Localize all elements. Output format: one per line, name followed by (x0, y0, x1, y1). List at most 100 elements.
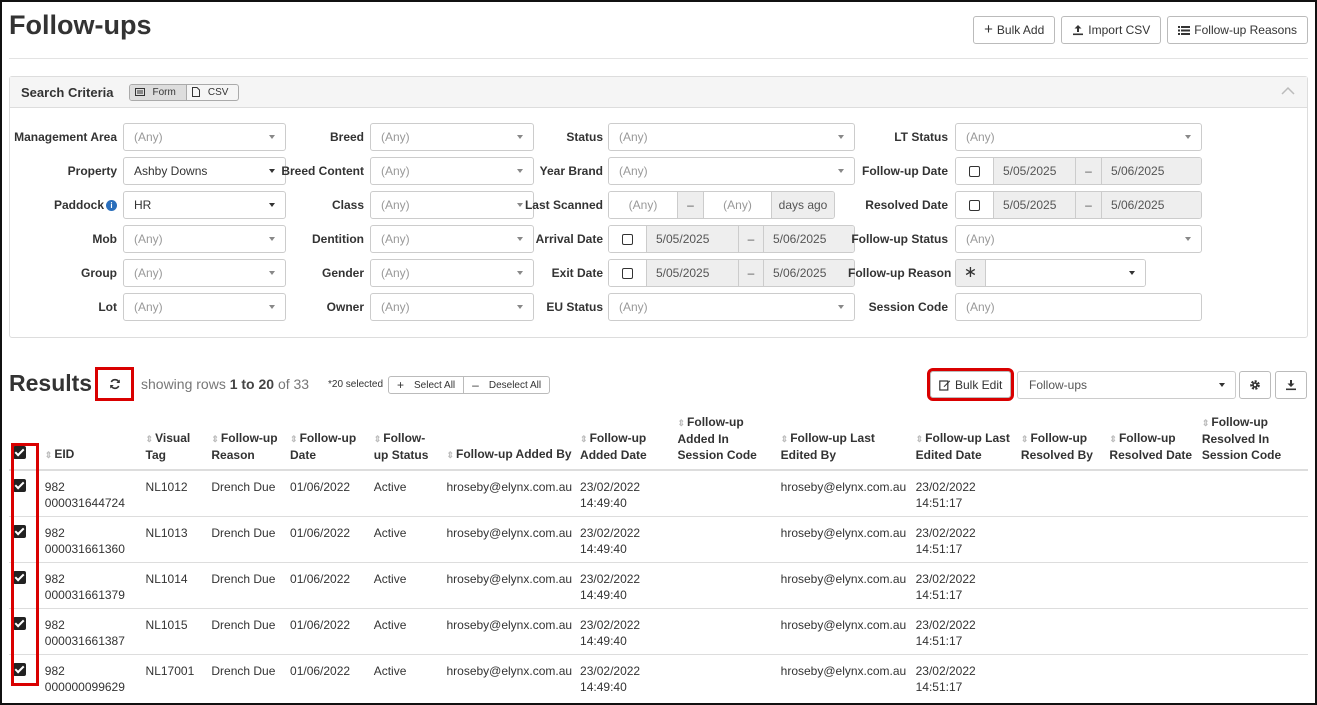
visual-tag-link[interactable]: NL17001 (142, 654, 208, 700)
follow-up-reasons-button[interactable]: Follow-up Reasons (1167, 16, 1308, 44)
resolved-session-cell (1197, 470, 1308, 517)
results-title: Results (9, 370, 93, 396)
status-select[interactable]: (Any) (608, 123, 855, 151)
column-header-added-session[interactable]: ⇕ Follow-up Added In Session Code (673, 409, 777, 471)
column-header-added-by[interactable]: ⇕ Follow-up Added By (442, 409, 577, 471)
mob-select[interactable]: (Any) (123, 225, 286, 253)
search-criteria-header: Search Criteria Form CSV (10, 77, 1307, 108)
management-area-select[interactable]: (Any) (123, 123, 286, 151)
status-cell: Active (369, 470, 443, 517)
lot-select[interactable]: (Any) (123, 293, 286, 321)
year-brand-select[interactable]: (Any) (608, 157, 855, 185)
gender-select[interactable]: (Any) (370, 259, 534, 287)
csv-mode-button[interactable]: CSV (185, 84, 239, 100)
lt-status-select[interactable]: (Any) (955, 123, 1202, 151)
settings-button[interactable] (1239, 371, 1271, 399)
deselect-all-button[interactable]: – Deselect All (463, 377, 549, 393)
dentition-select[interactable]: (Any) (370, 225, 534, 253)
class-select[interactable]: (Any) (370, 191, 534, 219)
paddock-select[interactable]: HR (123, 191, 286, 219)
resolved-session-cell (1197, 562, 1308, 609)
column-header-eid[interactable]: ⇕ EID (40, 409, 142, 471)
download-button[interactable] (1275, 371, 1307, 399)
eid-link[interactable]: 982 000031661360 (40, 516, 142, 563)
added-session-cell (673, 516, 777, 563)
breed-select[interactable]: (Any) (370, 123, 534, 151)
column-header-last-edited-date[interactable]: ⇕ Follow-up Last Edited Date (911, 409, 1017, 471)
column-header-date[interactable]: ⇕ Follow-up Date (286, 409, 370, 471)
column-header-resolved-session[interactable]: ⇕ Follow-up Resolved In Session Code (1197, 409, 1308, 471)
owner-label: Owner (326, 300, 364, 314)
property-select[interactable]: Ashby Downs (123, 157, 286, 185)
exit-date-checkbox[interactable] (609, 260, 647, 286)
exit-date-from[interactable]: 5/05/2025 (647, 260, 738, 286)
bulk-add-button[interactable]: + Bulk Add (973, 16, 1056, 44)
eid-link[interactable]: 982 000031661387 (40, 608, 142, 655)
row-checkbox[interactable] (9, 516, 41, 563)
view-select[interactable]: Follow-ups (1017, 371, 1236, 399)
eid-link[interactable]: 982 000031644724 (40, 470, 142, 517)
owner-select[interactable]: (Any) (370, 293, 534, 321)
eu-status-select[interactable]: (Any) (608, 293, 855, 321)
column-header-status[interactable]: ⇕ Follow-up Status (369, 409, 443, 471)
resolved-date-checkbox[interactable] (956, 192, 994, 218)
group-select[interactable]: (Any) (123, 259, 286, 287)
arrival-date-to[interactable]: 5/06/2025 (764, 226, 854, 252)
follow-up-reason-select[interactable]: ∗ (955, 259, 1146, 287)
column-header-reason[interactable]: ⇕ Follow-up Reason (207, 409, 287, 471)
visual-tag-link[interactable]: NL1015 (141, 608, 208, 655)
lt-status-label: LT Status (894, 130, 948, 144)
edited-by-cell: hroseby@elynx.com.au (776, 516, 912, 563)
column-header-resolved-by[interactable]: ⇕ Follow-up Resolved By (1016, 409, 1106, 471)
column-header-visual-tag[interactable]: ⇕ Visual Tag (141, 409, 208, 471)
bulk-edit-button[interactable]: Bulk Edit (926, 368, 1015, 401)
breed-content-label: Breed Content (281, 164, 364, 178)
breed-content-select[interactable]: (Any) (370, 157, 534, 185)
select-all-header[interactable] (9, 409, 41, 471)
column-header-resolved-date[interactable]: ⇕ Follow-up Resolved Date (1105, 409, 1198, 471)
info-icon[interactable]: i (106, 200, 117, 212)
arrival-date-from[interactable]: 5/05/2025 (647, 226, 738, 252)
visual-tag-link[interactable]: NL1014 (141, 562, 208, 609)
chevron-up-icon[interactable] (1281, 84, 1295, 98)
resolved-date-cell (1105, 608, 1198, 655)
group-label: Group (81, 266, 117, 280)
follow-up-status-select[interactable]: (Any) (955, 225, 1202, 253)
minus-icon: – (472, 378, 479, 392)
arrival-date-checkbox[interactable] (609, 226, 647, 252)
row-checkbox[interactable] (9, 608, 41, 655)
visual-tag-link[interactable]: NL1013 (141, 516, 208, 563)
visual-tag-link[interactable]: NL1012 (141, 470, 208, 517)
reason-cell: Drench Due (207, 516, 287, 563)
eid-link[interactable]: 982 000000099629 (41, 654, 142, 700)
check-icon[interactable] (13, 446, 26, 459)
results-table: ⇕ EID ⇕ Visual Tag ⇕ Follow-up Reason ⇕ Foll… (9, 409, 1308, 700)
form-mode-button[interactable]: Form (129, 84, 186, 100)
edited-by-cell: hroseby@elynx.com.au (776, 562, 912, 609)
import-csv-button[interactable]: Import CSV (1061, 16, 1162, 44)
row-checkbox[interactable] (9, 654, 41, 700)
column-header-added-date[interactable]: ⇕ Follow-up Added Date (576, 409, 674, 471)
refresh-button[interactable] (95, 367, 134, 401)
plus-icon: + (397, 378, 405, 392)
resolved-date-from[interactable]: 5/05/2025 (994, 192, 1075, 218)
date-cell: 01/06/2022 (290, 663, 351, 678)
exit-date-to[interactable]: 5/06/2025 (764, 260, 854, 286)
last-scanned-from-input[interactable]: (Any) (609, 192, 677, 218)
last-scanned-label: Last Scanned (524, 198, 603, 212)
resolved-date-to[interactable]: 5/06/2025 (1102, 192, 1201, 218)
eid-link[interactable]: 982 000031661379 (40, 562, 142, 609)
arrival-date-range: 5/05/2025 – 5/06/2025 (608, 225, 855, 253)
last-scanned-to-input[interactable]: (Any) (704, 192, 771, 218)
row-checkbox[interactable] (9, 562, 41, 609)
follow-up-date-from[interactable]: 5/05/2025 (994, 158, 1075, 184)
asterisk-icon[interactable]: ∗ (956, 260, 986, 286)
follow-up-date-to[interactable]: 5/06/2025 (1102, 158, 1201, 184)
date-cell: 01/06/2022 (286, 608, 370, 655)
follow-up-date-checkbox[interactable] (956, 158, 994, 184)
session-code-input[interactable]: (Any) (955, 293, 1202, 321)
plus-icon: + (984, 21, 993, 38)
select-all-button[interactable]: + Select All (389, 377, 463, 393)
column-header-last-edited-by[interactable]: ⇕ Follow-up Last Edited By (776, 409, 912, 471)
row-checkbox[interactable] (9, 470, 41, 517)
